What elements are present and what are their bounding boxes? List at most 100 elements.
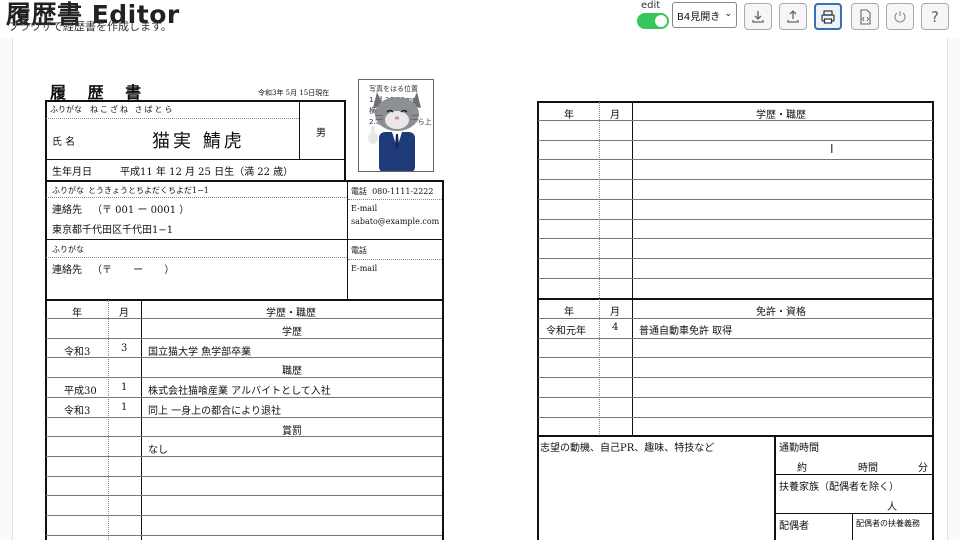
dependents-label: 扶養家族（配偶者を除く） (779, 482, 899, 493)
html-export-button[interactable] (851, 3, 879, 30)
commute-approx[interactable]: 約 (797, 459, 807, 474)
furigana-label: ふりがな (50, 105, 82, 114)
row-line (46, 338, 442, 339)
print-icon (821, 9, 835, 24)
row-line (538, 338, 933, 339)
row-line (538, 377, 933, 378)
history-year[interactable]: 令和3 (64, 402, 90, 417)
name-value[interactable]: 猫実 鯖虎 (152, 127, 245, 153)
history-month[interactable]: 1 (121, 402, 127, 413)
history-year-header: 年 (72, 308, 82, 319)
history-text[interactable]: 賞罰 (282, 422, 302, 437)
history-month[interactable]: 1 (121, 382, 127, 393)
phone-label: 電話 080-1111-2222 (351, 187, 434, 196)
edit-toggle[interactable] (637, 13, 669, 29)
license-month[interactable]: 4 (612, 322, 618, 333)
layout-select[interactable]: B4見開き ⌄ (672, 2, 737, 28)
photo-box[interactable]: 写真をはる位置 1.縦 36-40mm 横 24-30mm 2.本人単身胸から上 (358, 79, 434, 172)
power-icon (894, 10, 906, 23)
email2-label: E-mail (351, 264, 378, 273)
address-furigana-label: ふりがな (52, 186, 84, 195)
history2-month-header: 月 (610, 110, 620, 121)
upload-icon (787, 9, 799, 23)
row-line (538, 238, 933, 239)
birth-label: 生年月日 (52, 167, 92, 178)
row-line (538, 258, 933, 259)
postal-code-2[interactable]: （〒 ー ） (92, 261, 174, 276)
app-subtitle: ブラウザで経歴書を作成します。 (8, 20, 172, 33)
toggle-knob (655, 15, 667, 27)
upload-button[interactable] (779, 3, 807, 30)
row-line (46, 417, 442, 418)
history-text[interactable]: 職歴 (282, 362, 302, 377)
row-line (538, 179, 933, 180)
birth-value[interactable]: 平成11 年 12 月 25 日生（満 22 歳） (120, 163, 293, 178)
history-year[interactable]: 平成30 (64, 382, 97, 397)
row-line (538, 159, 933, 160)
history-text[interactable]: 株式会社猫喰産業 アルバイトとして入社 (148, 382, 331, 397)
contact-label: 連絡先 (52, 205, 82, 216)
history2-year-header: 年 (564, 110, 574, 121)
download-button[interactable] (744, 3, 772, 30)
contact2-label: 連絡先 (52, 265, 82, 276)
row-line (538, 199, 933, 200)
postal-code[interactable]: （〒 001 ー 0001 ） (92, 201, 189, 216)
name-furigana[interactable]: ねこざね さばとら (90, 104, 175, 115)
phone-value[interactable]: 080-1111-2222 (372, 187, 433, 196)
license-header: 免許・資格 (756, 307, 806, 318)
history2-header: 学歴・職歴 (756, 110, 806, 121)
commute-hours[interactable]: 時間 (858, 459, 878, 474)
toolbar: 履歴書 Editor ブラウザで経歴書を作成します。 edit B4見開き ⌄ … (0, 0, 960, 34)
row-line (46, 436, 442, 437)
row-line (46, 377, 442, 378)
gender-value[interactable]: 男 (316, 124, 326, 139)
resume-date[interactable]: 令和3年 5月 15日現在 (258, 88, 329, 98)
history-text[interactable]: 国立猫大学 魚学部卒業 (148, 343, 251, 358)
history-month[interactable]: 3 (121, 343, 127, 354)
history-header: 学歴・職歴 (266, 308, 316, 319)
help-button[interactable]: ? (921, 3, 949, 30)
power-button[interactable] (886, 3, 914, 30)
history-text[interactable]: なし (148, 441, 168, 456)
row-line (46, 318, 442, 319)
chevron-down-icon: ⌄ (724, 9, 732, 19)
download-icon (752, 10, 764, 23)
row-line (46, 476, 442, 477)
row-line (538, 120, 933, 121)
row-line (538, 219, 933, 220)
spouse-label: 配偶者 (779, 521, 809, 532)
license-month-header: 月 (610, 307, 620, 318)
print-button[interactable] (814, 3, 842, 30)
address-value[interactable]: 東京都千代田区千代田1−1 (52, 221, 173, 236)
address-furigana[interactable]: とうきょうとちよだくちよだ1−1 (88, 185, 209, 196)
row-line (538, 278, 933, 279)
license-text[interactable]: 普通自動車免許 取得 (639, 322, 732, 337)
history-month-header: 月 (119, 308, 129, 319)
html-code-icon (860, 8, 871, 25)
row-line (538, 397, 933, 398)
commute-label: 通勤時間 (779, 443, 819, 454)
row-line (538, 318, 933, 319)
dependents-unit[interactable]: 人 (887, 498, 897, 513)
name-label: 氏 名 (52, 137, 76, 148)
commute-minutes[interactable]: 分 (918, 459, 928, 474)
history-text[interactable]: 学歴 (282, 323, 302, 338)
email-label: E-mail (351, 204, 378, 213)
history-text[interactable]: 同上 一身上の都合により退社 (148, 402, 281, 417)
row-line (46, 397, 442, 398)
license-year[interactable]: 令和元年 (546, 322, 586, 337)
row-line (538, 417, 933, 418)
cat-portrait-image (368, 92, 421, 171)
layout-select-value: B4見開き (677, 12, 721, 23)
license-year-header: 年 (564, 307, 574, 318)
history-year[interactable]: 令和3 (64, 343, 90, 358)
row-line (46, 456, 442, 457)
phone2-label: 電話 (351, 246, 367, 255)
row-line (46, 515, 442, 516)
email-value[interactable]: sabato@example.com (351, 217, 439, 226)
row-line (538, 357, 933, 358)
row-line (46, 495, 442, 496)
row-line (538, 140, 933, 141)
edit-label: edit (641, 0, 661, 11)
spouse-support-label: 配偶者の扶養義務 (856, 519, 920, 528)
